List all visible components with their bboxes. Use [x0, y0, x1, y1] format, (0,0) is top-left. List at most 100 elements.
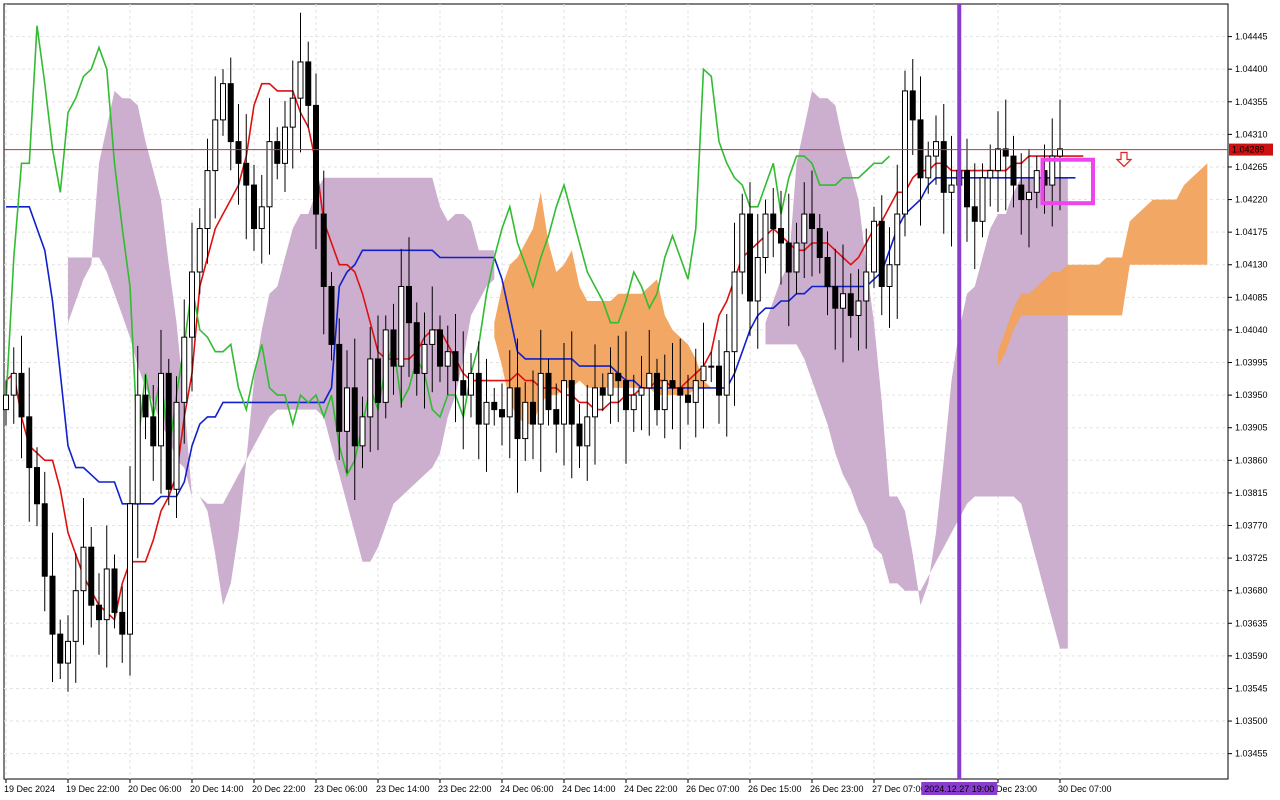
bullish-candle — [10, 372, 17, 396]
bearish-candle — [227, 83, 234, 143]
x-tick-label: 24 Dec 14:00 — [562, 784, 616, 794]
bullish-candle — [196, 228, 203, 273]
bearish-candle — [375, 358, 381, 403]
bullish-candle — [3, 394, 9, 411]
bullish-candle — [359, 416, 366, 447]
y-tick-label: 1.03500 — [1235, 716, 1268, 726]
y-tick-label: 1.03770 — [1235, 520, 1268, 530]
bullish-candle — [855, 300, 862, 316]
bullish-candle — [731, 271, 738, 353]
x-tick-label: 24 Dec 06:00 — [500, 784, 554, 794]
bullish-candle — [723, 351, 730, 396]
bullish-candle — [220, 83, 226, 121]
bullish-candle — [995, 148, 1001, 172]
y-tick-label: 1.03680 — [1235, 586, 1268, 596]
bearish-candle — [878, 220, 885, 287]
bearish-candle — [96, 604, 102, 621]
bearish-candle — [111, 568, 118, 613]
bullish-candle — [429, 329, 436, 345]
bullish-candle — [344, 387, 350, 432]
bullish-candle — [282, 126, 288, 164]
bullish-candle — [739, 213, 746, 273]
bullish-candle — [444, 351, 451, 367]
bearish-candle — [274, 141, 281, 164]
bullish-candle — [65, 640, 71, 664]
bullish-candle — [661, 380, 668, 411]
bullish-candle — [382, 329, 389, 403]
bearish-candle — [491, 401, 498, 411]
bearish-candle — [328, 285, 335, 345]
bearish-candle — [669, 380, 676, 389]
bearish-candle — [452, 351, 459, 382]
y-tick-label: 1.03815 — [1235, 488, 1268, 498]
bullish-candle — [630, 394, 637, 411]
bullish-candle — [840, 293, 846, 309]
y-tick-label: 1.03725 — [1235, 553, 1268, 563]
ichimoku-chart[interactable]: 1.04445 1.04400 1.04355 1.04310 1.04265 1.042… — [0, 0, 1280, 800]
bullish-candle — [522, 401, 529, 440]
bullish-candle — [584, 416, 591, 447]
bullish-candle — [987, 170, 994, 179]
bearish-candle — [917, 119, 924, 179]
bullish-candle — [886, 264, 893, 287]
bullish-candle — [367, 358, 374, 418]
bearish-candle — [150, 416, 157, 447]
bearish-candle — [971, 206, 978, 222]
bearish-candle — [847, 293, 854, 316]
y-tick-label: 1.03545 — [1235, 683, 1268, 693]
y-tick-label: 1.04310 — [1235, 129, 1268, 139]
bearish-candle — [57, 633, 64, 664]
y-tick-label: 1.03455 — [1235, 749, 1268, 759]
x-tick-label: 30 Dec 07:00 — [1058, 784, 1112, 794]
bearish-candle — [530, 401, 536, 425]
y-tick-label: 1.04085 — [1235, 292, 1268, 302]
bullish-candle — [646, 372, 653, 389]
y-tick-label: 1.03995 — [1235, 358, 1268, 368]
bearish-candle — [313, 104, 319, 215]
price-axis[interactable]: 1.04445 1.04400 1.04355 1.04310 1.04265 1.042… — [1228, 32, 1273, 759]
bearish-candle — [142, 394, 149, 418]
bearish-candle — [615, 372, 622, 382]
bearish-candle — [437, 329, 443, 367]
bullish-candle — [1033, 170, 1040, 193]
time-marker-label: 2024.12.27 19:00 — [924, 784, 994, 794]
bearish-candle — [119, 611, 126, 635]
bullish-candle — [204, 170, 211, 230]
bullish-candle — [103, 568, 110, 621]
bullish-candle — [127, 503, 133, 635]
bearish-candle — [816, 228, 823, 259]
y-tick-label: 1.04130 — [1235, 260, 1268, 270]
bearish-candle — [553, 409, 560, 425]
x-tick-label: 24 Dec 22:00 — [624, 784, 678, 794]
y-tick-label: 1.03860 — [1235, 455, 1268, 465]
bearish-candle — [88, 546, 95, 606]
y-tick-label: 1.03905 — [1235, 423, 1268, 433]
bearish-candle — [909, 90, 916, 121]
bullish-candle — [134, 394, 141, 505]
bullish-candle — [181, 336, 188, 403]
bullish-candle — [266, 141, 273, 208]
y-tick-label: 1.03590 — [1235, 651, 1268, 661]
bearish-candle — [49, 575, 56, 635]
bullish-candle — [700, 365, 707, 382]
bearish-candle — [623, 380, 629, 411]
bearish-candle — [1010, 155, 1017, 186]
bearish-candle — [413, 322, 420, 374]
bearish-candle — [243, 162, 250, 186]
bullish-candle — [289, 97, 296, 128]
bullish-candle — [692, 380, 699, 403]
bearish-candle — [832, 285, 839, 309]
y-tick-label: 1.04355 — [1235, 97, 1268, 107]
y-tick-label: 1.04220 — [1235, 195, 1268, 205]
bullish-candle — [158, 372, 164, 447]
x-tick-label: 20 Dec 06:00 — [128, 784, 182, 794]
bearish-candle — [785, 242, 792, 273]
y-tick-label: 1.04040 — [1235, 325, 1268, 335]
x-tick-label: 19 Dec 2024 — [4, 784, 55, 794]
time-axis[interactable]: 19 Dec 2024 19 Dec 22:00 20 Dec 06:00 20 De… — [4, 779, 1112, 795]
bearish-candle — [351, 387, 358, 447]
x-tick-label: 26 Dec 07:00 — [686, 784, 740, 794]
bearish-candle — [305, 61, 312, 106]
bearish-candle — [406, 285, 412, 324]
bullish-candle — [506, 387, 513, 418]
